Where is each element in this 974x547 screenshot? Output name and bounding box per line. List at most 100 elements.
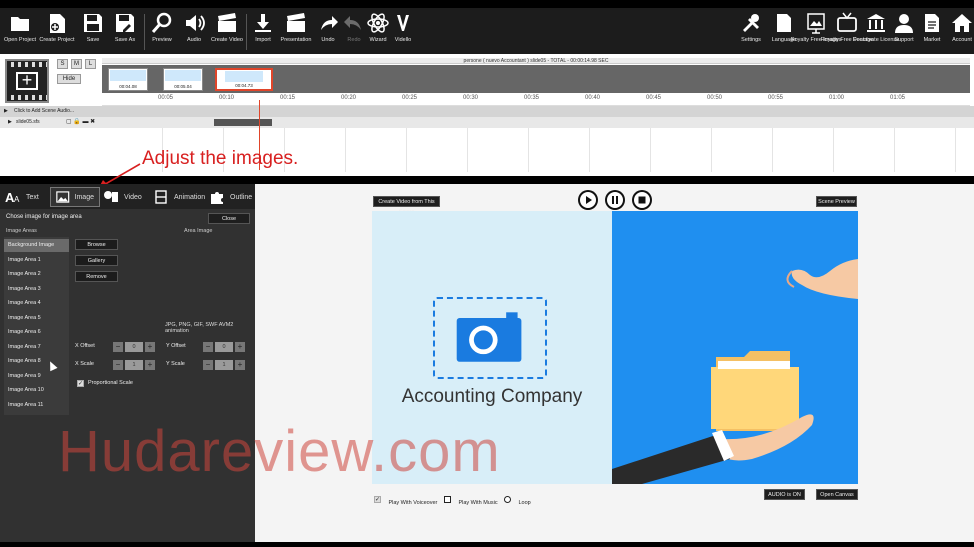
list-item[interactable]: Image Area 11 bbox=[4, 399, 69, 412]
scene-thumbnail-3-selected[interactable]: 00:04.73 bbox=[215, 68, 273, 91]
play-button[interactable] bbox=[578, 190, 598, 210]
x-scale-stepper[interactable]: − 1 + bbox=[113, 359, 155, 370]
y-offset-stepper[interactable]: − 0 + bbox=[203, 341, 245, 352]
remove-button[interactable]: Remove bbox=[75, 271, 118, 282]
tab-image[interactable]: Image bbox=[50, 187, 100, 207]
language-button[interactable]: Language bbox=[766, 12, 802, 52]
plus-icon[interactable]: + bbox=[235, 359, 245, 370]
floppy-disk-icon bbox=[84, 14, 102, 32]
tab-video[interactable]: Video bbox=[103, 187, 142, 207]
list-item[interactable]: Image Area 6 bbox=[4, 326, 69, 339]
vidello-button[interactable]: Vidello bbox=[385, 12, 421, 52]
list-item[interactable]: Image Area 4 bbox=[4, 297, 69, 310]
tab-text[interactable]: AA Text bbox=[5, 187, 39, 207]
create-project-button[interactable]: Create Project bbox=[39, 12, 75, 52]
x-scale-label: X Scale bbox=[75, 361, 94, 367]
presentation-button[interactable]: Presentation bbox=[278, 12, 314, 52]
size-small-button[interactable]: S bbox=[57, 59, 68, 69]
tv-icon bbox=[837, 12, 857, 32]
x-offset-stepper[interactable]: − 0 + bbox=[113, 341, 155, 352]
plus-icon[interactable]: + bbox=[145, 341, 155, 352]
scene-file-row[interactable]: ▶ slide05.sfs ▢ 🔒 ▬ ✖ bbox=[0, 117, 974, 128]
watermark-text: Hudareview.com bbox=[58, 419, 501, 484]
plus-icon[interactable]: + bbox=[145, 359, 155, 370]
tab-animation[interactable]: Animation bbox=[153, 187, 205, 207]
minus-icon[interactable]: − bbox=[113, 341, 123, 352]
audio-button[interactable]: Audio bbox=[176, 12, 212, 52]
size-medium-button[interactable]: M bbox=[71, 59, 82, 69]
list-item[interactable]: Image Area 3 bbox=[4, 283, 69, 296]
hand-folder-illustration bbox=[612, 259, 858, 484]
area-image-label: Area Image bbox=[184, 228, 213, 234]
settings-button[interactable]: Settings bbox=[733, 12, 769, 52]
proportional-scale-checkbox[interactable]: ✓ bbox=[77, 380, 84, 387]
support-person-icon bbox=[895, 14, 913, 33]
ruler-tick: 00:50 bbox=[707, 95, 723, 101]
scene-thumbnail-2[interactable]: 00:05.04 bbox=[163, 68, 203, 91]
puzzle-icon bbox=[211, 192, 223, 204]
gallery-button[interactable]: Gallery bbox=[75, 255, 118, 266]
film-strip-icon bbox=[7, 95, 47, 100]
music-option[interactable]: Play With Music bbox=[444, 491, 498, 509]
list-item[interactable]: Image Area 8 bbox=[4, 355, 69, 368]
list-item[interactable]: Image Area 2 bbox=[4, 268, 69, 281]
hide-timeline-button[interactable]: Hide bbox=[57, 74, 81, 84]
document-icon bbox=[777, 14, 791, 32]
y-scale-value[interactable]: 1 bbox=[215, 359, 233, 370]
ruler-tick: 00:20 bbox=[341, 95, 357, 101]
size-large-button[interactable]: L bbox=[85, 59, 96, 69]
create-video-button[interactable]: Create Video bbox=[209, 12, 245, 52]
image-areas-label: Image Areas bbox=[6, 228, 37, 234]
scene-track-bar[interactable] bbox=[214, 119, 272, 126]
pause-button[interactable] bbox=[605, 190, 625, 210]
music-checkbox[interactable] bbox=[444, 496, 451, 504]
minus-icon[interactable]: − bbox=[203, 341, 213, 352]
voiceover-checkbox[interactable]: ✓ bbox=[374, 496, 381, 504]
x-offset-value[interactable]: 0 bbox=[125, 341, 143, 352]
stop-button[interactable] bbox=[632, 190, 652, 210]
list-item[interactable]: Image Area 1 bbox=[4, 254, 69, 267]
scene-preview-button[interactable]: Scene Preview bbox=[816, 196, 857, 207]
account-button[interactable]: Account bbox=[944, 12, 974, 52]
audio-toggle-button[interactable]: AUDIO is ON bbox=[764, 489, 805, 500]
tab-outline[interactable]: Outline bbox=[209, 187, 252, 207]
text-aa-icon: AA bbox=[5, 190, 20, 204]
annotation-text: Adjust the images. bbox=[142, 148, 299, 169]
y-offset-value[interactable]: 0 bbox=[215, 341, 233, 352]
row-tools-icon[interactable]: ▢ 🔒 ▬ ✖ bbox=[66, 117, 95, 128]
ruler-tick: 00:10 bbox=[219, 95, 235, 101]
editor-tabs: AA Text Image Video Animation Outline bbox=[0, 184, 255, 209]
minus-icon[interactable]: − bbox=[113, 359, 123, 370]
music-label: Play With Music bbox=[458, 500, 498, 506]
list-item[interactable]: Image Area 10 bbox=[4, 384, 69, 397]
scene-preview-image bbox=[110, 70, 146, 81]
browse-button[interactable]: Browse bbox=[75, 239, 118, 250]
list-item[interactable]: Image Area 5 bbox=[4, 312, 69, 325]
bank-icon bbox=[867, 14, 885, 32]
play-icon bbox=[580, 192, 596, 208]
logo-placeholder bbox=[433, 297, 547, 379]
scene-audio-row[interactable]: ▶ Click to Add Scene Audio... bbox=[0, 106, 974, 117]
close-button[interactable]: Close bbox=[208, 213, 250, 224]
x-scale-value[interactable]: 1 bbox=[125, 359, 143, 370]
loop-option[interactable]: Loop bbox=[504, 491, 531, 509]
open-project-button[interactable]: Open Project bbox=[2, 12, 38, 52]
add-scene-button[interactable]: + bbox=[5, 59, 49, 103]
voiceover-option[interactable]: ✓ Play With Voiceover bbox=[374, 491, 437, 509]
image-area-list: Background Image Image Area 1 Image Area… bbox=[4, 237, 69, 415]
scene-thumbnail-1[interactable]: 00:04.08 bbox=[108, 68, 148, 91]
import-button[interactable]: Import bbox=[245, 12, 281, 52]
minus-icon[interactable]: − bbox=[203, 359, 213, 370]
list-item[interactable]: Image Area 9 bbox=[4, 370, 69, 383]
list-item[interactable]: Background Image bbox=[4, 239, 69, 252]
open-canvas-button[interactable]: Open Canvas bbox=[816, 489, 858, 500]
create-video-from-scene-button[interactable]: Create Video from This Scene bbox=[373, 196, 440, 215]
save-as-button[interactable]: Save As bbox=[107, 12, 143, 52]
save-button[interactable]: Save bbox=[75, 12, 111, 52]
list-item[interactable]: Image Area 7 bbox=[4, 341, 69, 354]
plus-icon[interactable]: + bbox=[235, 341, 245, 352]
y-scale-stepper[interactable]: − 1 + bbox=[203, 359, 245, 370]
preview-button[interactable]: Preview bbox=[144, 12, 180, 52]
loop-checkbox[interactable] bbox=[504, 496, 511, 504]
x-offset-label: X Offset bbox=[75, 343, 95, 349]
